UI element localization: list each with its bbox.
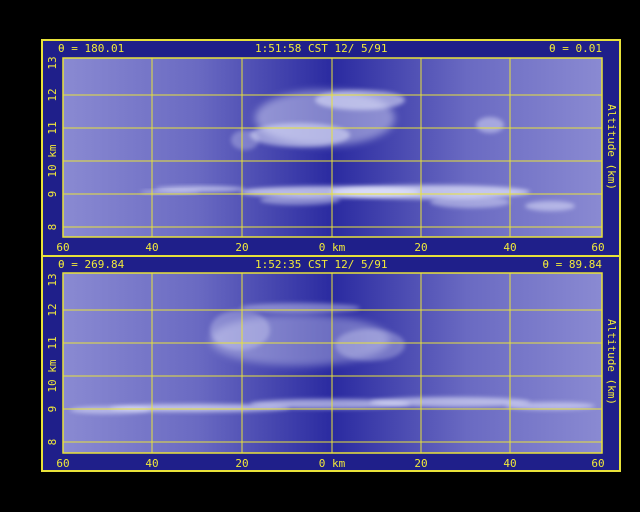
panel-bottom-angle-left: θ = 269.84 [58, 258, 125, 271]
panel-bottom-xtick-2: 20 [235, 457, 248, 470]
lidar-figure: θ = 180.01 1:51:58 CST 12/ 5/91 θ = 0.01 [41, 39, 621, 472]
panel-top-xtick-5: 40 [503, 241, 516, 254]
panel-top-ytick-12: 12 [46, 88, 59, 101]
panel-top-ytick-13: 13 [46, 56, 59, 69]
panel-bottom-angle-right: θ = 89.84 [542, 258, 602, 271]
panel-top-xtick-1: 40 [145, 241, 158, 254]
panel-top-angle-left: θ = 180.01 [58, 42, 124, 55]
panel-bottom-xtick-0: 60 [56, 457, 69, 470]
panel-bottom-xtick-6: 60 [591, 457, 604, 470]
panel-bottom: θ = 269.84 1:52:35 CST 12/ 5/91 θ = 89.8… [46, 258, 618, 470]
panel-top-xtick-0: 60 [56, 241, 69, 254]
panel-bottom-ytick-8: 8 [46, 439, 59, 446]
panel-bottom-ytick-9: 9 [46, 406, 59, 413]
panel-top-ytick-11: 11 [46, 121, 59, 134]
panel-top-time: 1:51:58 CST 12/ 5/91 [255, 42, 387, 55]
panel-bottom-right-axis-label: Altitude (km) [605, 319, 618, 405]
panel-top-ytick-10: 10 km [46, 144, 59, 177]
panel-bottom-ytick-13: 13 [46, 273, 59, 286]
panel-top-xtick-4: 20 [414, 241, 427, 254]
panel-top-xtick-3: 0 km [319, 241, 346, 254]
panel-top-angle-right: θ = 0.01 [549, 42, 602, 55]
panel-bottom-xtick-5: 40 [503, 457, 516, 470]
panel-bottom-xtick-1: 40 [145, 457, 158, 470]
panel-top-xtick-2: 20 [235, 241, 248, 254]
panel-top-xtick-6: 60 [591, 241, 604, 254]
panel-bottom-xtick-4: 20 [414, 457, 427, 470]
panel-top: θ = 180.01 1:51:58 CST 12/ 5/91 θ = 0.01 [46, 42, 618, 254]
panel-top-ytick-9: 9 [46, 191, 59, 198]
panel-top-ytick-8: 8 [46, 224, 59, 231]
panel-bottom-ytick-12: 12 [46, 303, 59, 316]
panel-bottom-xtick-3: 0 km [319, 457, 346, 470]
panel-bottom-ytick-11: 11 [46, 336, 59, 349]
panel-top-right-axis-label: Altitude (km) [605, 104, 618, 190]
panel-bottom-time: 1:52:35 CST 12/ 5/91 [255, 258, 387, 271]
panel-bottom-ytick-10: 10 km [46, 359, 59, 392]
